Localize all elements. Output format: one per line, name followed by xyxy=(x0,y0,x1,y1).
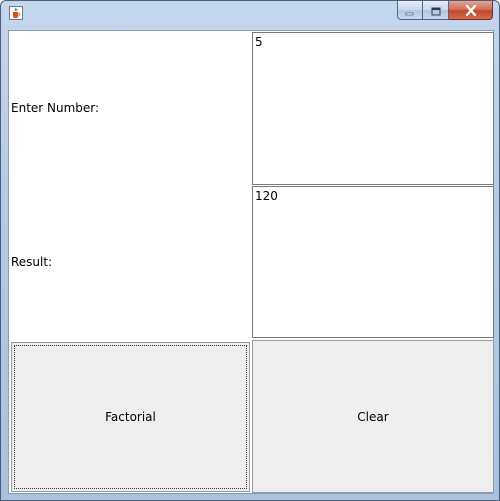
minimize-icon xyxy=(405,1,415,20)
factorial-button[interactable]: Factorial xyxy=(11,342,250,492)
clear-button-label: Clear xyxy=(357,409,389,424)
result-label: Result: xyxy=(11,255,53,269)
window-controls xyxy=(397,1,493,21)
number-input[interactable]: 5 xyxy=(252,32,494,185)
title-bar[interactable] xyxy=(1,1,499,29)
java-cup-icon[interactable] xyxy=(9,6,23,20)
app-window: Enter Number: 5 Result: 120 Factorial Cl… xyxy=(0,0,500,501)
enter-number-label: Enter Number: xyxy=(11,101,100,115)
maximize-icon xyxy=(431,1,441,20)
result-field[interactable]: 120 xyxy=(252,186,494,338)
clear-button[interactable]: Clear xyxy=(252,340,494,493)
maximize-button[interactable] xyxy=(423,1,449,20)
close-icon xyxy=(465,1,477,20)
content-panel: Enter Number: 5 Result: 120 Factorial Cl… xyxy=(8,30,494,494)
minimize-button[interactable] xyxy=(397,1,423,20)
factorial-button-label: Factorial xyxy=(105,410,156,424)
close-button[interactable] xyxy=(449,1,493,20)
